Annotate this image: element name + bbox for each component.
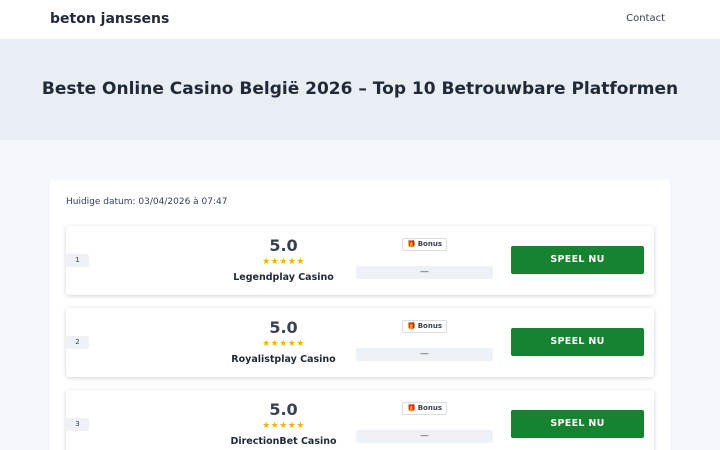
gift-icon: 🎁 (407, 404, 416, 412)
star-rating: ★★★★★ (262, 339, 305, 349)
gift-icon: 🎁 (407, 240, 416, 248)
page-title: Beste Online Casino België 2026 – Top 10… (41, 79, 679, 99)
casino-name: Royalistplay Casino (231, 354, 336, 365)
star-rating: ★★★★★ (262, 257, 305, 267)
play-now-button[interactable]: SPEEL NU (511, 246, 644, 274)
gift-icon: 🎁 (407, 322, 416, 330)
nav-link-contact[interactable]: Contact (626, 13, 665, 24)
rank-badge: 3 (66, 418, 89, 431)
rank-badge: 2 (66, 336, 89, 349)
play-now-button[interactable]: SPEEL NU (511, 410, 644, 438)
hero-section: Beste Online Casino België 2026 – Top 10… (0, 40, 720, 140)
bonus-tag: 🎁 Bonus (402, 402, 447, 415)
bonus-value: — (356, 348, 493, 361)
rating-score: 5.0 (269, 400, 298, 419)
top-navigation-bar: beton janssens Contact (0, 0, 720, 40)
casino-card: 3 5.0 ★★★★★ DirectionBet Casino 🎁 Bonus —… (66, 390, 654, 450)
rank-badge: 1 (66, 254, 89, 267)
site-logo-text[interactable]: beton janssens (50, 11, 169, 27)
bonus-tag: 🎁 Bonus (402, 238, 447, 251)
casino-card: 1 5.0 ★★★★★ Legendplay Casino 🎁 Bonus — S… (66, 226, 654, 295)
bonus-label: Bonus (417, 322, 442, 330)
play-now-button[interactable]: SPEEL NU (511, 328, 644, 356)
bonus-value: — (356, 430, 493, 443)
rating-score: 5.0 (269, 236, 298, 255)
current-date-text: Huidige datum: 03/04/2026 à 07:47 (66, 197, 228, 207)
casino-name: DirectionBet Casino (230, 436, 337, 447)
star-rating: ★★★★★ (262, 421, 305, 431)
casino-name: Legendplay Casino (233, 272, 334, 283)
casino-card: 2 5.0 ★★★★★ Royalistplay Casino 🎁 Bonus —… (66, 308, 654, 377)
casino-list-panel: Huidige datum: 03/04/2026 à 07:47 1 5.0 … (50, 180, 670, 450)
bonus-tag: 🎁 Bonus (402, 320, 447, 333)
bonus-label: Bonus (417, 240, 442, 248)
bonus-value: — (356, 266, 493, 279)
rating-score: 5.0 (269, 318, 298, 337)
bonus-label: Bonus (417, 404, 442, 412)
